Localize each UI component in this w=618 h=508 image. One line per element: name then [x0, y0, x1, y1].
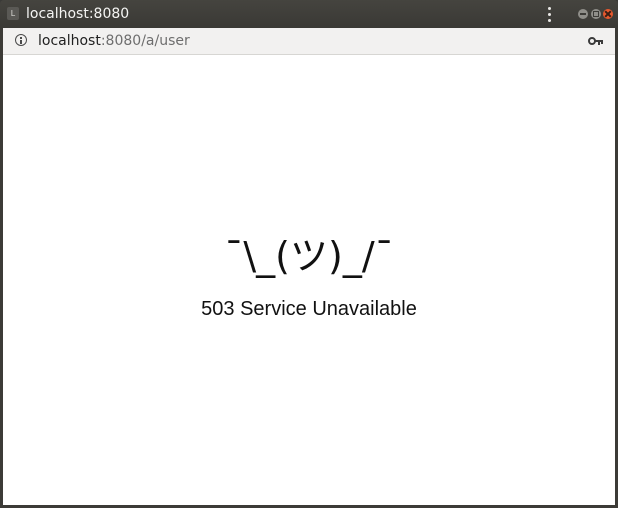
page-content: ¯\_(ツ)_/¯ 503 Service Unavailable [3, 55, 615, 505]
url-path: :8080/a/user [100, 33, 190, 49]
address-bar[interactable]: localhost:8080/a/user [3, 28, 615, 55]
key-icon[interactable] [588, 37, 604, 46]
title-bar[interactable]: L localhost:8080 [0, 0, 618, 28]
window-title: localhost:8080 [26, 6, 130, 22]
shrug-emoticon: ¯\_(ツ)_/¯ [224, 234, 394, 278]
info-icon[interactable] [15, 34, 27, 46]
url-host: localhost [38, 33, 101, 49]
minimize-button[interactable] [578, 9, 588, 19]
url-field[interactable]: localhost:8080/a/user [38, 32, 190, 51]
menu-icon[interactable] [544, 6, 556, 22]
browser-window: L localhost:8080 localhost:8080/a/user ¯… [0, 0, 618, 508]
maximize-button[interactable] [591, 9, 601, 19]
favicon-icon: L [7, 7, 19, 20]
close-button[interactable] [603, 9, 613, 19]
error-message: 503 Service Unavailable [201, 298, 417, 320]
